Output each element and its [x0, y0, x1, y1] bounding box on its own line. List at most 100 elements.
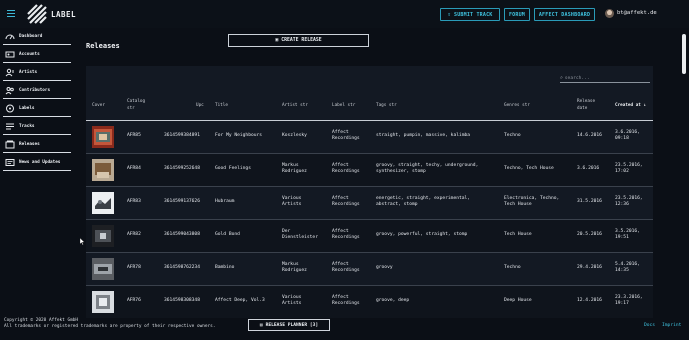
affect-dashboard-button[interactable]: AFFECT DASHBOARD [534, 8, 595, 21]
cell-label-2: Recordings [332, 268, 360, 273]
upload-icon: ⇪ [447, 11, 451, 18]
release-icon: ▣ [275, 38, 279, 43]
cell-artist-2: Artists [282, 301, 302, 306]
logo-icon [27, 4, 47, 24]
sidebar-item-tracks[interactable]: Tracks [3, 118, 71, 135]
imprint-link[interactable]: Imprint [662, 323, 681, 328]
cell-artist-2: Dienstleister [282, 235, 318, 240]
cell-release-date: 3.6.2016 [577, 166, 600, 171]
cell-upc: 3614599043808 [164, 232, 200, 237]
table-row[interactable]: AFR85 3614599384891 For My Neighbours Ko… [86, 121, 653, 154]
cell-upc: 3614598762234 [164, 265, 200, 270]
search-input[interactable]: ⌕ search... [560, 75, 650, 83]
col-release-date-sub[interactable]: date [577, 106, 587, 112]
cell-genres-2: Tech House [504, 202, 532, 207]
sidebar-item-releases[interactable]: Releases [3, 136, 71, 153]
cell-release-date: 31.5.2016 [577, 199, 602, 204]
table-row[interactable]: AFR83 3614599137626 Hubraum Various Arti… [86, 187, 653, 220]
cell-artist-2: Rodriguez [282, 169, 307, 174]
cell-tags: groovy [376, 265, 393, 270]
table-row[interactable]: AFR78 3614598762234 Bambino Markus Rodri… [86, 253, 653, 286]
cell-title: Affect Deep, Vol.3 [215, 298, 265, 303]
cell-label-2: Recordings [332, 136, 360, 141]
forum-button[interactable]: FORUM [504, 8, 530, 21]
cell-label-2: Recordings [332, 169, 360, 174]
avatar[interactable] [605, 9, 614, 18]
brand-name: LABEL [51, 10, 77, 19]
cover-image [92, 192, 114, 214]
menu-icon[interactable] [7, 10, 15, 18]
labels-icon [6, 104, 14, 112]
col-catalog[interactable]: Catalog [127, 99, 145, 105]
sidebar: Dashboard Accounts Artists Contributors … [0, 28, 72, 178]
cell-title: Hubraum [215, 199, 235, 204]
sidebar-item-contributors[interactable]: Contributors [3, 82, 71, 99]
cell-release-date: 12.4.2016 [577, 298, 602, 303]
table-header: Cover Catalog str Upc Title Artist str L… [86, 97, 653, 121]
cell-created-time: 12:36 [615, 202, 629, 207]
col-genres[interactable]: Genres str [504, 103, 530, 109]
cell-release-date: 14.6.2016 [577, 133, 602, 138]
col-catalog-sub[interactable]: str [127, 106, 135, 112]
cell-genres: Techno [504, 265, 521, 270]
cell-tags-2: synthesizer, stomp [376, 169, 426, 174]
col-upc[interactable]: Upc [196, 103, 204, 109]
col-cover[interactable]: Cover [92, 103, 105, 109]
col-artist[interactable]: Artist str [282, 103, 308, 109]
cell-created-time: 09:18 [615, 136, 629, 141]
table-row[interactable]: AFR84 3614599252648 Good Feelings Markus… [86, 154, 653, 187]
cell-release-date: 20.5.2016 [577, 232, 602, 237]
cell-upc: 3614599252648 [164, 166, 200, 171]
sidebar-item-label: Dashboard [19, 33, 43, 39]
footer-copyright: Copyright © 2020 Affekt GmbH All tradema… [4, 318, 215, 330]
col-title[interactable]: Title [215, 103, 228, 109]
accounts-icon [5, 51, 15, 57]
submit-track-button[interactable]: ⇪ SUBMIT TRACK [440, 8, 500, 21]
docs-link[interactable]: Docs [644, 323, 655, 328]
sidebar-item-label: Tracks [19, 123, 35, 129]
sidebar-item-news[interactable]: News and Updates [3, 154, 71, 171]
contributors-icon [5, 86, 14, 94]
news-icon [5, 158, 15, 166]
table-row[interactable]: AFR76 3614598308348 Affect Deep, Vol.3 V… [86, 286, 653, 318]
cell-upc: 3614598308348 [164, 298, 200, 303]
sidebar-item-artists[interactable]: Artists [3, 64, 71, 81]
col-release-date[interactable]: Release [577, 99, 595, 105]
cell-title: Gold Bond [215, 232, 240, 237]
cover-image [92, 159, 114, 181]
cell-created-time: 19:51 [615, 235, 629, 240]
cell-title: Good Feelings [215, 166, 251, 171]
cell-genres: Techno, Tech House [504, 166, 554, 171]
sidebar-item-label: Artists [19, 69, 38, 75]
cell-artist-2: Artists [282, 202, 302, 207]
cell-release-date: 29.4.2016 [577, 265, 602, 270]
col-label[interactable]: Label str [332, 103, 355, 109]
cover-image [92, 126, 114, 148]
mouse-cursor-icon [80, 238, 85, 245]
sidebar-item-accounts[interactable]: Accounts [3, 46, 71, 63]
cell-artist: Koszlesky [282, 133, 307, 138]
tracks-icon [6, 123, 14, 129]
cell-upc: 3614599137626 [164, 199, 200, 204]
page-scrollbar[interactable] [682, 34, 686, 74]
cell-genres: Tech House [504, 232, 532, 237]
create-release-button[interactable]: ▣ CREATE RELEASE [228, 34, 369, 47]
page-title: Releases [86, 42, 120, 50]
cell-genres: Techno [504, 133, 521, 138]
top-bar: LABEL ⇪ SUBMIT TRACK FORUM AFFECT DASHBO… [0, 0, 689, 28]
col-created-at[interactable]: Created at ↓ [615, 103, 646, 109]
cell-title: Bambino [215, 265, 235, 270]
submit-track-label: SUBMIT TRACK [453, 11, 493, 18]
sidebar-item-dashboard[interactable]: Dashboard [3, 28, 71, 45]
create-release-label: CREATE RELEASE [281, 38, 322, 43]
artists-icon [5, 68, 14, 76]
planner-icon: ▤ [259, 322, 263, 328]
user-email[interactable]: bt@affekt.de [617, 10, 657, 16]
cell-tags: straight, pumpin, massive, kalimba [376, 133, 471, 138]
search-icon: ⌕ [560, 76, 563, 81]
col-tags[interactable]: Tags str [376, 103, 397, 109]
table-row[interactable]: AFR82 3614599043808 Gold Bond Der Dienst… [86, 220, 653, 253]
cell-tags-2: abstract, stomp [376, 202, 418, 207]
sidebar-item-labels[interactable]: Labels [3, 100, 71, 117]
release-planner-button[interactable]: ▤ RELEASE PLANNER [3] [248, 319, 330, 331]
